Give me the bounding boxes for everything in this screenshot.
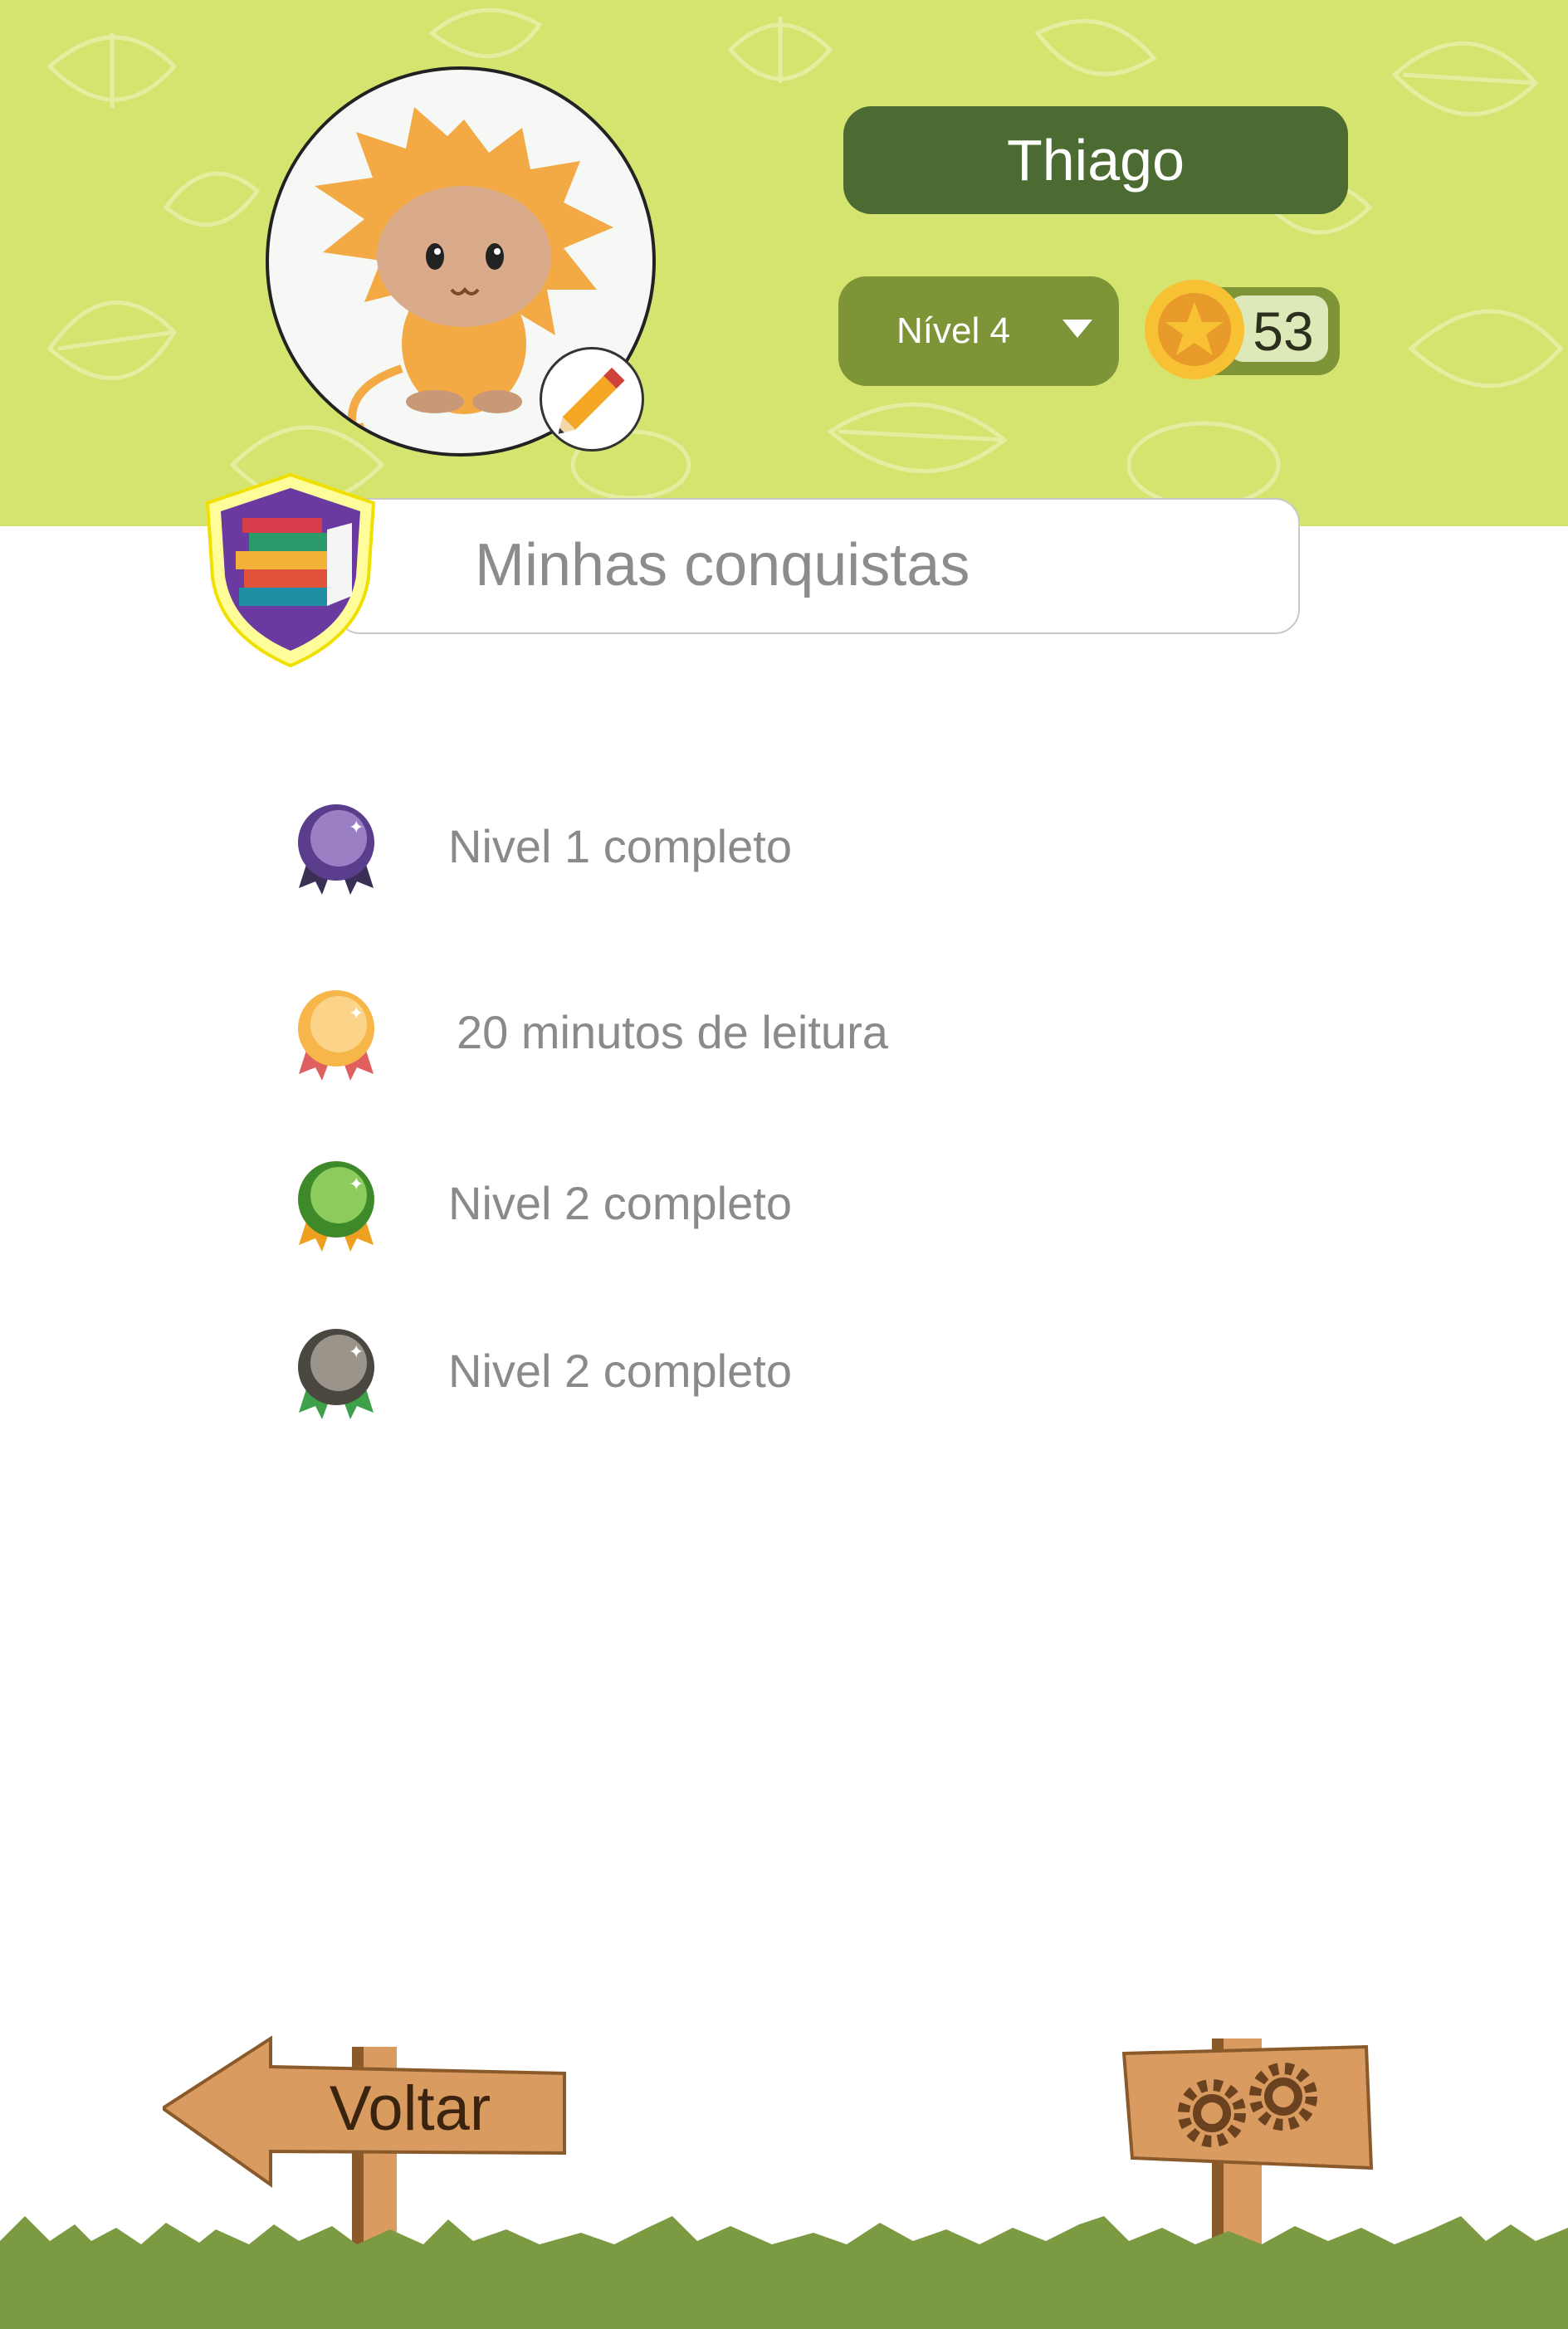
- medal-gray-icon: ✦: [298, 1329, 374, 1419]
- level-dropdown[interactable]: Nível 4: [838, 276, 1119, 386]
- grass-footer: [0, 2216, 1568, 2329]
- pencil-icon: [558, 367, 625, 434]
- medal-gold-icon: ✦: [298, 990, 374, 1081]
- achievement-label: Nivel 2 completo: [448, 1177, 792, 1229]
- edit-avatar-button[interactable]: [540, 347, 644, 452]
- achievement-label: 20 minutos de leitura: [457, 1006, 888, 1058]
- level-label: Nível 4: [896, 310, 1010, 351]
- svg-text:✦: ✦: [349, 818, 364, 838]
- svg-text:✦: ✦: [349, 1342, 364, 1363]
- achievement-item-1: ✦ Nivel 1 completo: [291, 797, 1287, 896]
- profile-header: Thiago Nível 4 53: [0, 0, 1568, 526]
- coin-count: 53: [1253, 300, 1314, 362]
- leaf-pattern-background: [46, 7, 1564, 509]
- svg-text:✦: ✦: [349, 1003, 364, 1024]
- star-coin-icon: [1145, 280, 1244, 379]
- medal-green-icon: ✦: [298, 1161, 374, 1252]
- achievement-label: Nivel 1 completo: [448, 820, 792, 872]
- achievement-item-4: ✦ Nivel 2 completo: [291, 1321, 1287, 1421]
- achievements-title: Minhas conquistas: [475, 532, 970, 598]
- books-shield-icon: [205, 472, 376, 668]
- caret-down-icon: [1062, 320, 1092, 338]
- medal-purple-icon: ✦: [298, 804, 374, 895]
- achievement-item-3: ✦ Nivel 2 completo: [291, 1154, 1287, 1253]
- achievement-label: Nivel 2 completo: [448, 1345, 792, 1397]
- achievement-item-2: ✦ 20 minutos de leitura: [291, 983, 1287, 1082]
- back-label[interactable]: Voltar: [319, 2072, 501, 2146]
- user-name: Thiago: [843, 106, 1348, 214]
- svg-text:✦: ✦: [349, 1174, 364, 1195]
